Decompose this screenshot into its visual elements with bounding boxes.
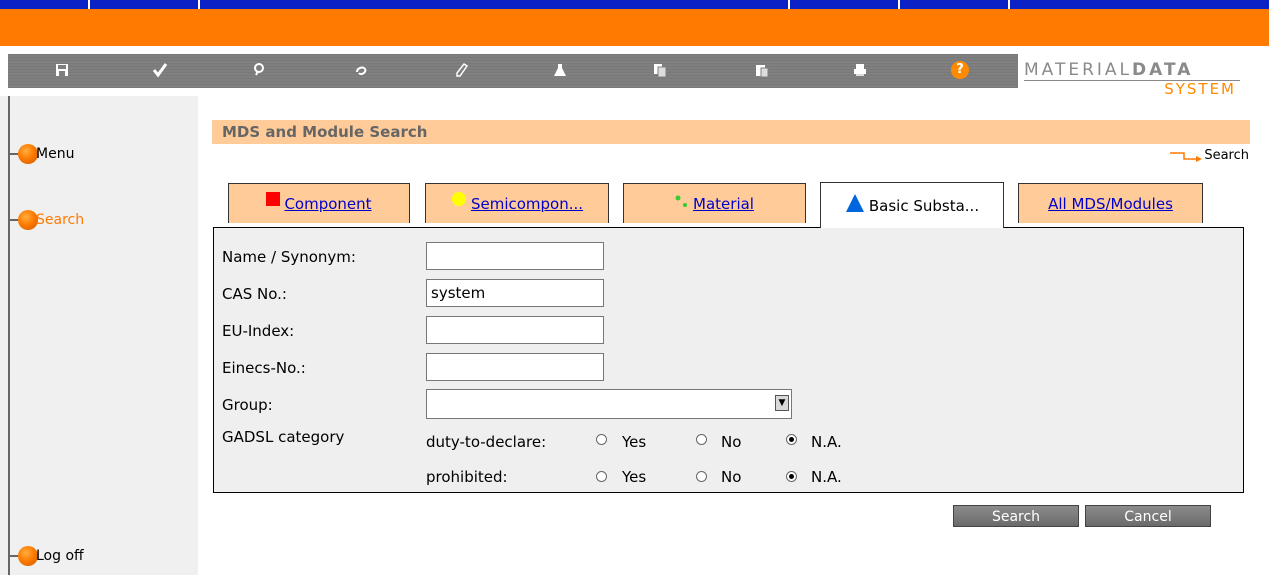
duty-yes-radio[interactable] xyxy=(596,434,607,445)
paste-icon[interactable] xyxy=(750,58,774,82)
nav-item-logoff[interactable]: Log off xyxy=(8,546,84,566)
lab-icon[interactable] xyxy=(548,58,572,82)
help-icon[interactable]: ? xyxy=(948,58,972,82)
blue-triangle-icon xyxy=(845,193,864,212)
tab-label[interactable]: Material xyxy=(693,195,754,213)
prohibited-no-radio[interactable] xyxy=(696,471,707,482)
check-icon[interactable] xyxy=(148,58,172,82)
section-header: MDS and Module Search xyxy=(212,120,1250,144)
einecs-no-input[interactable] xyxy=(426,353,604,381)
logo: MATERIALDATA SYSTEM xyxy=(1024,58,1264,98)
duty-no-radio[interactable] xyxy=(696,434,707,445)
brand-bar xyxy=(0,9,1269,46)
tab-label[interactable]: Semicompon... xyxy=(471,195,583,213)
link-icon[interactable] xyxy=(350,58,374,82)
prohibited-na-label: N.A. xyxy=(811,468,842,486)
cancel-button[interactable]: Cancel xyxy=(1085,505,1211,527)
green-dots-icon xyxy=(675,195,688,207)
name-synonym-label: Name / Synonym: xyxy=(222,248,356,266)
search-form-panel: Name / Synonym: CAS No.: EU-Index: Einec… xyxy=(213,227,1244,493)
tab-label: Basic Substa... xyxy=(868,196,980,215)
red-square-icon xyxy=(266,191,281,206)
search-link[interactable]: Search xyxy=(1170,148,1249,163)
gadsl-category-label: GADSL category xyxy=(222,428,345,446)
search-link-label: Search xyxy=(1204,148,1249,163)
nav-item-menu[interactable]: Menu xyxy=(8,144,74,164)
edit-icon[interactable] xyxy=(450,58,474,82)
prohibited-label: prohibited: xyxy=(426,468,508,486)
prohibited-no-label: No xyxy=(721,468,742,486)
name-synonym-input[interactable] xyxy=(426,242,604,270)
toolbar: ? MATERIALDATA SYSTEM xyxy=(0,46,1269,98)
tab-semicomponent[interactable]: Semicompon... xyxy=(425,183,609,223)
nav-item-label: Log off xyxy=(36,548,84,564)
group-label: Group: xyxy=(222,396,273,414)
group-select[interactable]: ▼ xyxy=(426,389,792,419)
window-title-bar xyxy=(0,0,1269,9)
copy-icon[interactable] xyxy=(648,58,672,82)
prohibited-yes-radio[interactable] xyxy=(596,471,607,482)
chevron-down-icon[interactable]: ▼ xyxy=(775,395,789,411)
search-button[interactable]: Search xyxy=(953,505,1079,527)
tab-component[interactable]: Component xyxy=(228,183,410,223)
arrow-right-icon xyxy=(1170,150,1203,162)
duty-na-radio[interactable] xyxy=(786,434,797,445)
page-title: MDS and Module Search xyxy=(222,123,428,141)
duty-na-label: N.A. xyxy=(811,433,842,451)
duty-yes-label: Yes xyxy=(622,433,647,451)
tab-basic-substance[interactable]: Basic Substa... xyxy=(820,182,1004,228)
duty-to-declare-label: duty-to-declare: xyxy=(426,433,547,451)
nav-item-search[interactable]: Search xyxy=(8,210,84,230)
einecs-no-label: Einecs-No.: xyxy=(222,359,306,377)
duty-no-label: No xyxy=(721,433,742,451)
left-navigation: Menu Search Log off xyxy=(0,96,198,575)
search-icon[interactable] xyxy=(248,58,272,82)
prohibited-na-radio[interactable] xyxy=(786,471,797,482)
bullet-icon xyxy=(18,144,38,164)
cas-no-label: CAS No.: xyxy=(222,285,287,303)
cas-no-input[interactable] xyxy=(426,279,604,307)
eu-index-input[interactable] xyxy=(426,316,604,344)
tab-label[interactable]: Component xyxy=(284,195,371,213)
yellow-circle-icon xyxy=(451,191,466,206)
eu-index-label: EU-Index: xyxy=(222,322,295,340)
bullet-icon xyxy=(18,210,38,230)
nav-item-label: Menu xyxy=(36,146,75,162)
save-icon[interactable] xyxy=(50,58,74,82)
bullet-icon xyxy=(18,546,38,566)
tab-label[interactable]: All MDS/Modules xyxy=(1048,195,1173,213)
print-icon[interactable] xyxy=(848,58,872,82)
tab-all-mds-modules[interactable]: All MDS/Modules xyxy=(1018,183,1203,223)
tab-material[interactable]: Material xyxy=(623,183,806,223)
prohibited-yes-label: Yes xyxy=(622,468,647,486)
nav-item-label: Search xyxy=(36,212,85,228)
